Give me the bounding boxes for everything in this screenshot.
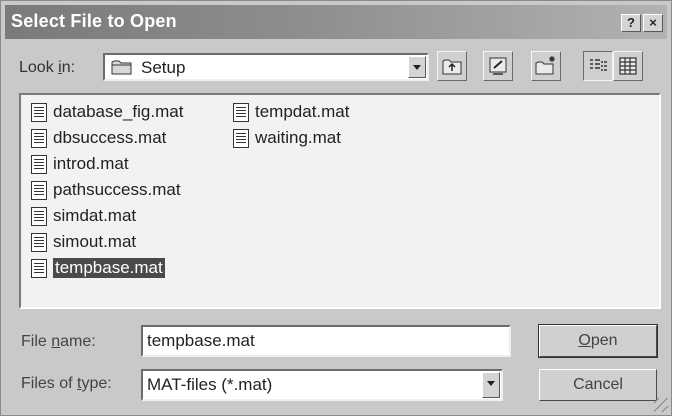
mat-file-icon — [233, 102, 249, 122]
file-item-selected[interactable]: tempbase.mat — [31, 257, 165, 279]
file-type-select[interactable]: MAT-files (*.mat) — [141, 369, 503, 401]
chevron-down-icon[interactable] — [408, 56, 426, 78]
mat-file-icon — [31, 180, 47, 200]
chevron-down-icon[interactable] — [482, 372, 500, 398]
file-item[interactable]: introd.mat — [31, 153, 129, 175]
file-item[interactable]: waiting.mat — [233, 127, 341, 149]
mat-file-icon — [31, 128, 47, 148]
close-button[interactable]: × — [643, 14, 663, 32]
file-item[interactable]: simout.mat — [31, 231, 136, 253]
window-title: Select File to Open — [11, 11, 177, 31]
up-one-level-icon — [442, 59, 462, 75]
file-name-input[interactable] — [141, 325, 511, 357]
mat-file-icon — [31, 206, 47, 226]
open-file-dialog: Select File to Open ? × Look in: Setup d… — [0, 0, 672, 416]
folder-icon — [111, 60, 132, 75]
file-item[interactable]: dbsuccess.mat — [31, 127, 166, 149]
new-folder-button[interactable] — [531, 51, 561, 81]
file-item[interactable]: simdat.mat — [31, 205, 136, 227]
file-type-label: Files of type: — [21, 375, 112, 392]
desktop-button[interactable] — [483, 51, 513, 81]
mat-file-icon — [31, 154, 47, 174]
mat-file-icon — [233, 128, 249, 148]
mat-file-icon — [31, 258, 47, 278]
list-view-icon — [590, 59, 607, 71]
details-view-icon — [619, 57, 637, 75]
look-in-value: Setup — [141, 58, 186, 77]
file-type-value: MAT-files (*.mat) — [147, 375, 273, 394]
list-view-button[interactable] — [583, 51, 613, 81]
file-item[interactable]: tempdat.mat — [233, 101, 350, 123]
desktop-icon — [489, 57, 507, 75]
file-item[interactable]: database_fig.mat — [31, 101, 183, 123]
title-bar[interactable]: Select File to Open ? × — [5, 5, 667, 39]
file-name-label: File name: — [21, 333, 96, 350]
cancel-button[interactable]: Cancel — [539, 369, 657, 401]
up-one-level-button[interactable] — [437, 51, 467, 81]
mat-file-icon — [31, 102, 47, 122]
file-list[interactable]: database_fig.mat dbsuccess.mat introd.ma… — [19, 93, 661, 309]
look-in-label: Look in: — [19, 59, 76, 76]
file-item[interactable]: pathsuccess.mat — [31, 179, 181, 201]
help-button[interactable]: ? — [621, 14, 641, 32]
resize-grip[interactable] — [654, 398, 668, 412]
new-folder-icon — [535, 56, 555, 75]
details-view-button[interactable] — [613, 51, 643, 81]
open-button[interactable]: Open — [538, 324, 658, 358]
look-in-combobox[interactable]: Setup — [103, 53, 429, 81]
mat-file-icon — [31, 232, 47, 252]
